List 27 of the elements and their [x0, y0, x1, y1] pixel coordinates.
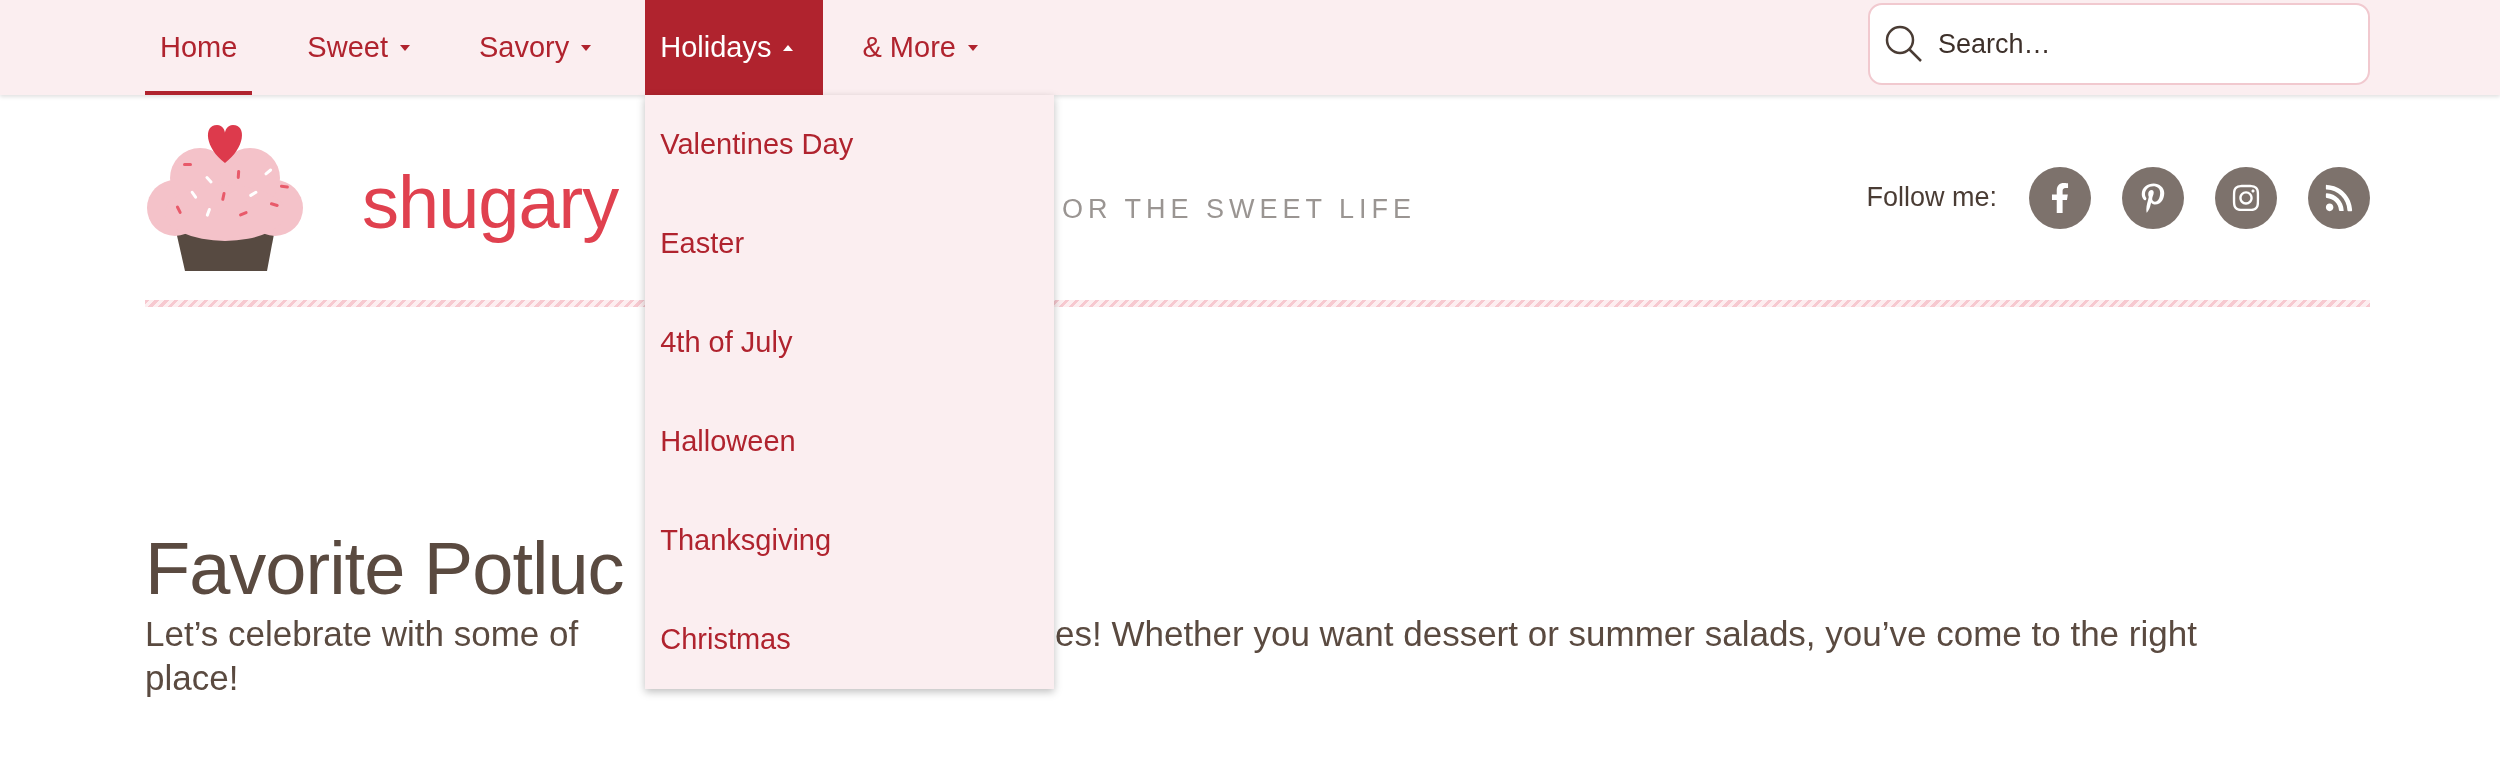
intro-text: es! Whether you want dessert or summer salads, you’ve come to the right: [1055, 613, 2197, 655]
caret-icon: [967, 44, 978, 51]
nav-tab[interactable]: & More: [847, 0, 1008, 95]
instagram-icon: [2231, 182, 2261, 213]
cupcake-logo-icon: [145, 122, 305, 273]
tagline: OR THE SWEET LIFE: [1062, 194, 1417, 225]
rss-icon: [2324, 182, 2354, 213]
logo-text: shugary: [362, 160, 619, 245]
caret-icon: [783, 44, 794, 51]
page-title: Favorite Potluc: [145, 532, 624, 606]
intro-text: place!: [145, 656, 239, 699]
nav-tab[interactable]: Home: [145, 0, 253, 95]
menu-item[interactable]: 4th of July: [645, 293, 808, 392]
search-icon: [1884, 24, 1924, 64]
menu-item[interactable]: Thanksgiving: [645, 491, 847, 590]
search-field[interactable]: Search…: [1868, 3, 2370, 85]
intro-text: Let’s celebrate with some of: [145, 613, 579, 655]
caret-icon: [399, 44, 410, 51]
nav-tab[interactable]: Holidays: [645, 0, 824, 95]
nav-tab[interactable]: Savory: [463, 0, 622, 95]
follow-label: Follow me:: [1866, 182, 1997, 213]
menu-item[interactable]: Christmas: [645, 590, 806, 689]
caret-icon: [581, 44, 592, 51]
nav-tab[interactable]: Sweet: [292, 0, 440, 95]
menu-item[interactable]: Valentines Day: [645, 95, 869, 194]
menu-item[interactable]: Easter: [645, 194, 760, 293]
menu-item[interactable]: Halloween: [645, 392, 811, 491]
